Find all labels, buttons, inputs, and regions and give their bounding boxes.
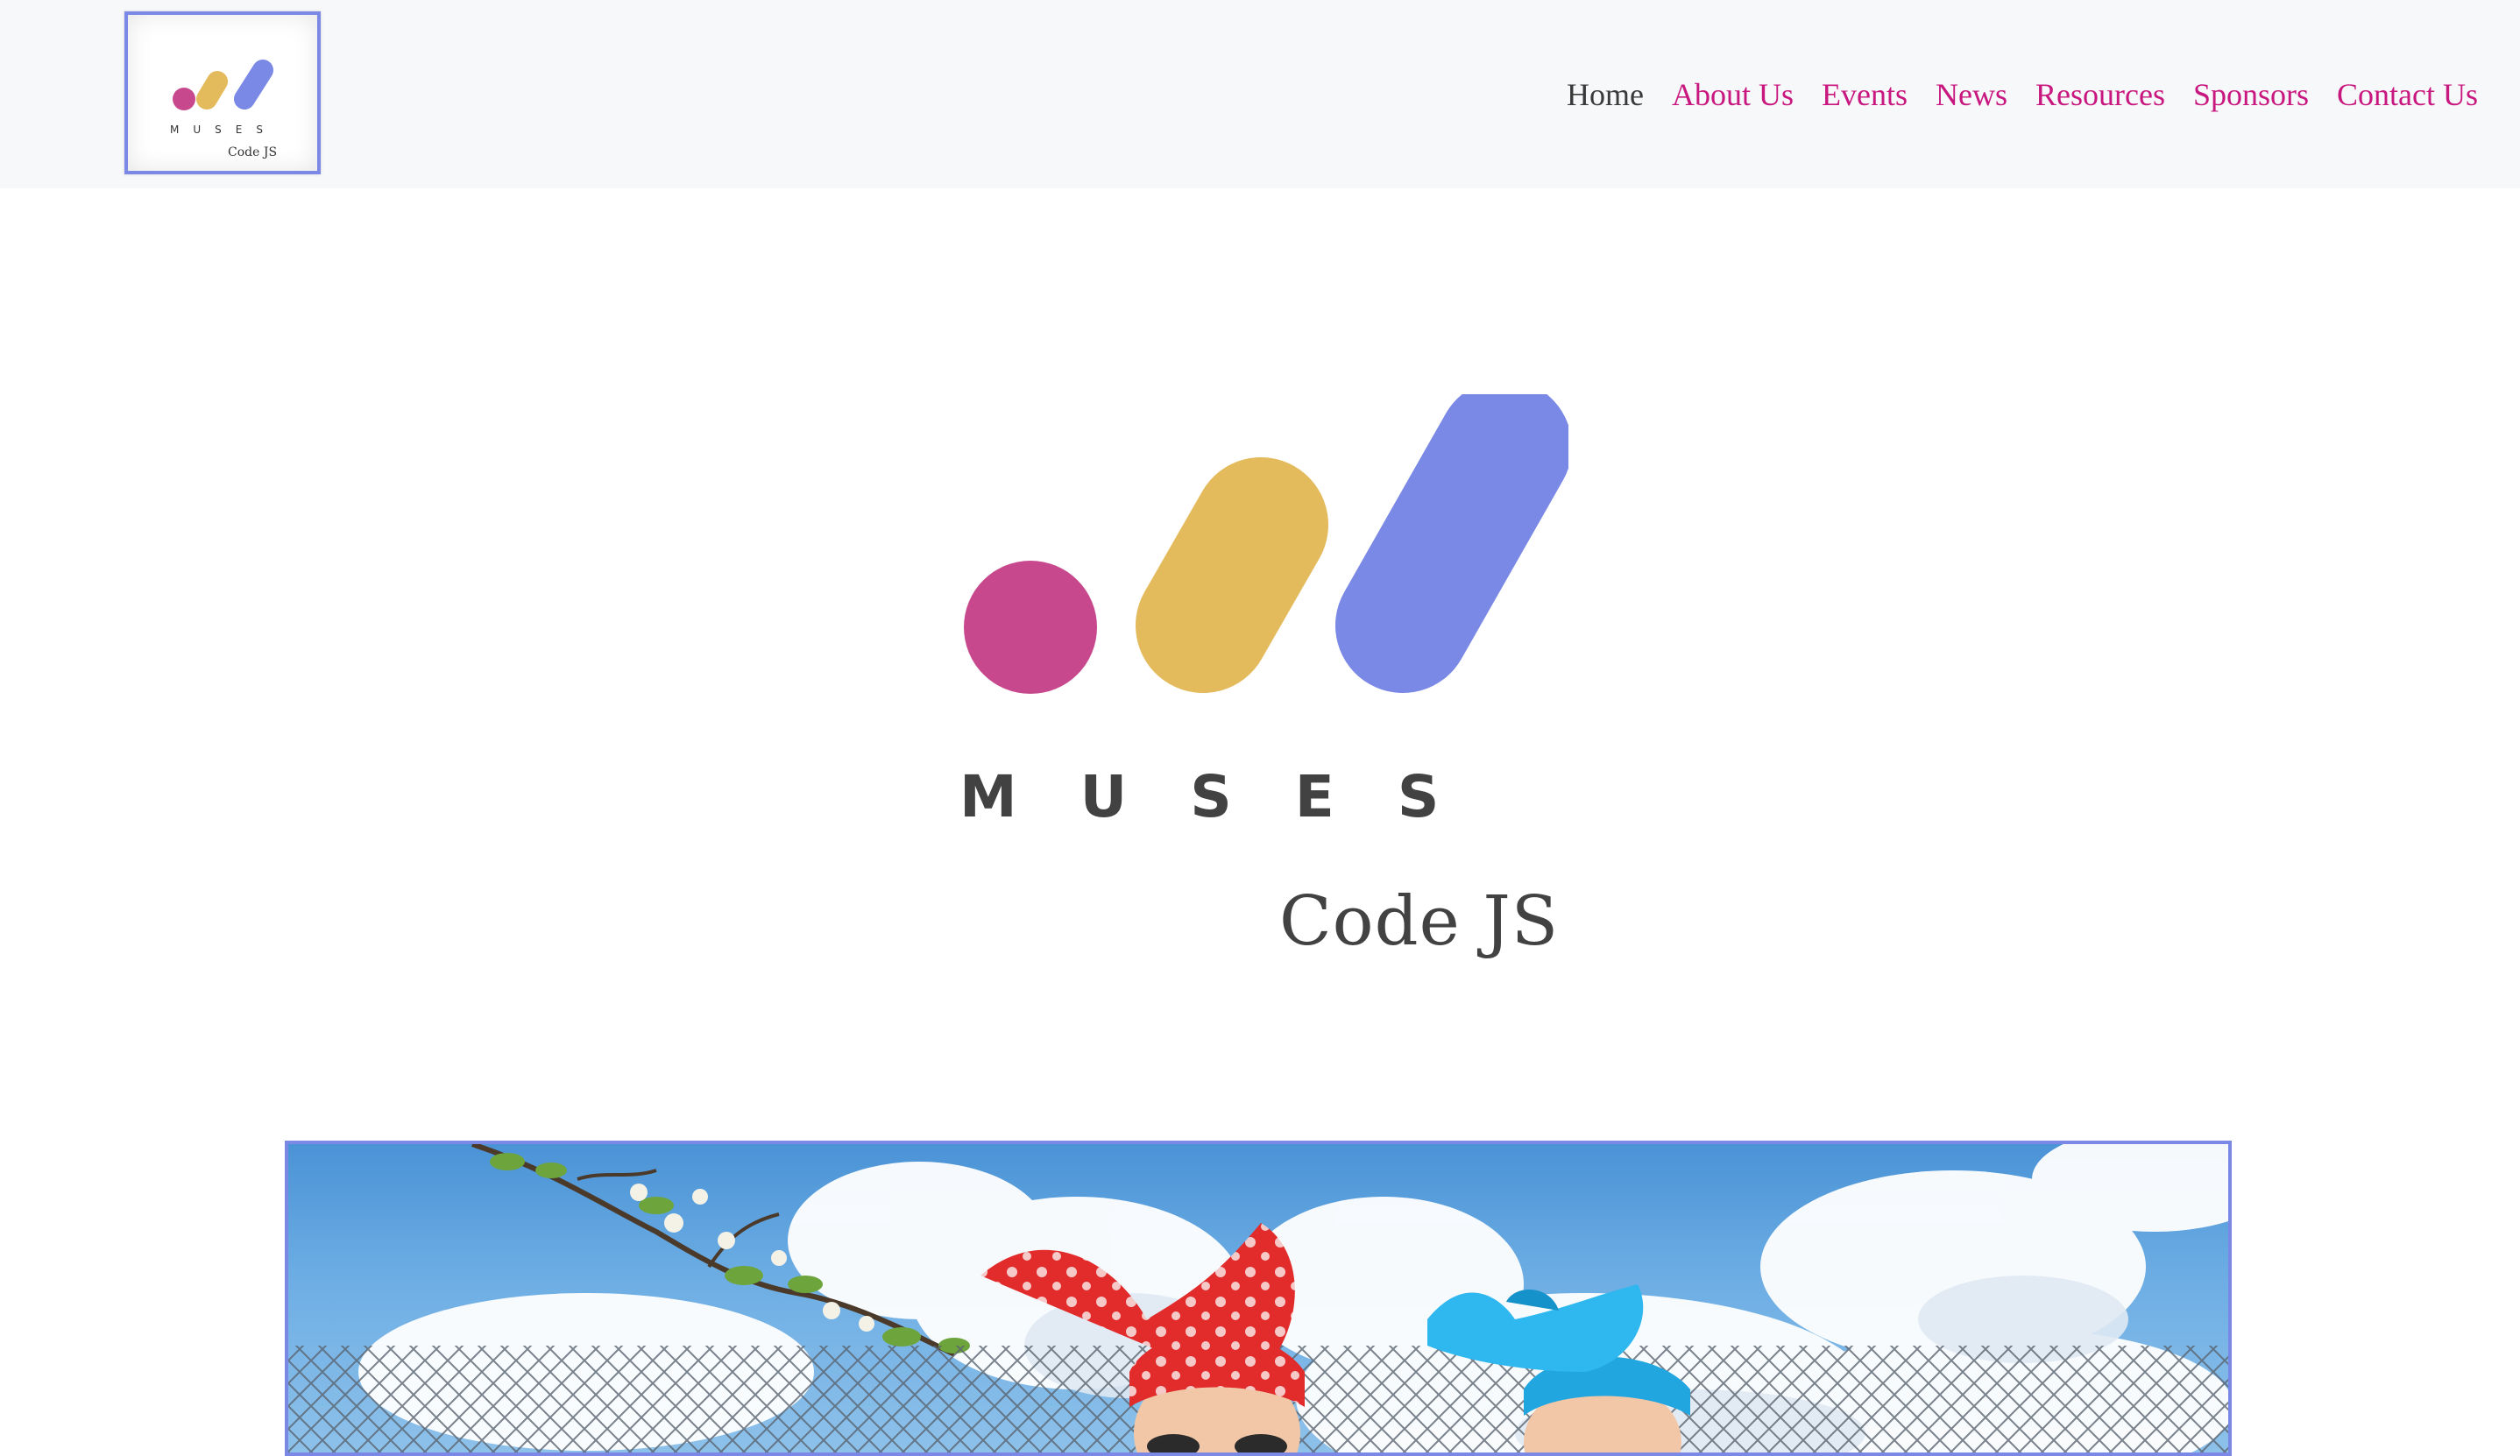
muses-logo-icon (173, 60, 273, 110)
nav-link-home[interactable]: Home (1567, 74, 1644, 116)
hero-photo-image (288, 1144, 2228, 1452)
main-nav: Home About Us Events News Resources Spon… (1567, 74, 2478, 116)
nav-link-about-us[interactable]: About Us (1672, 74, 1794, 116)
navbar: MUSES Code JS Home About Us Events News … (0, 0, 2520, 188)
nav-link-resources[interactable]: Resources (2035, 74, 2165, 116)
hero-wordmark: MUSES (959, 763, 1503, 830)
hero-logo-icon (964, 394, 1568, 694)
nav-link-events[interactable]: Events (1822, 74, 1908, 116)
hero-photo (285, 1141, 2232, 1456)
nav-link-sponsors[interactable]: Sponsors (2193, 74, 2309, 116)
hero-subtitle: Code JS (1279, 882, 1560, 961)
nav-link-news[interactable]: News (1936, 74, 2007, 116)
site-logo-link[interactable]: MUSES Code JS (124, 11, 321, 174)
logo-subtitle: Code JS (228, 145, 278, 159)
logo-wordmark: MUSES (170, 124, 277, 136)
nav-link-contact-us[interactable]: Contact Us (2337, 74, 2478, 116)
